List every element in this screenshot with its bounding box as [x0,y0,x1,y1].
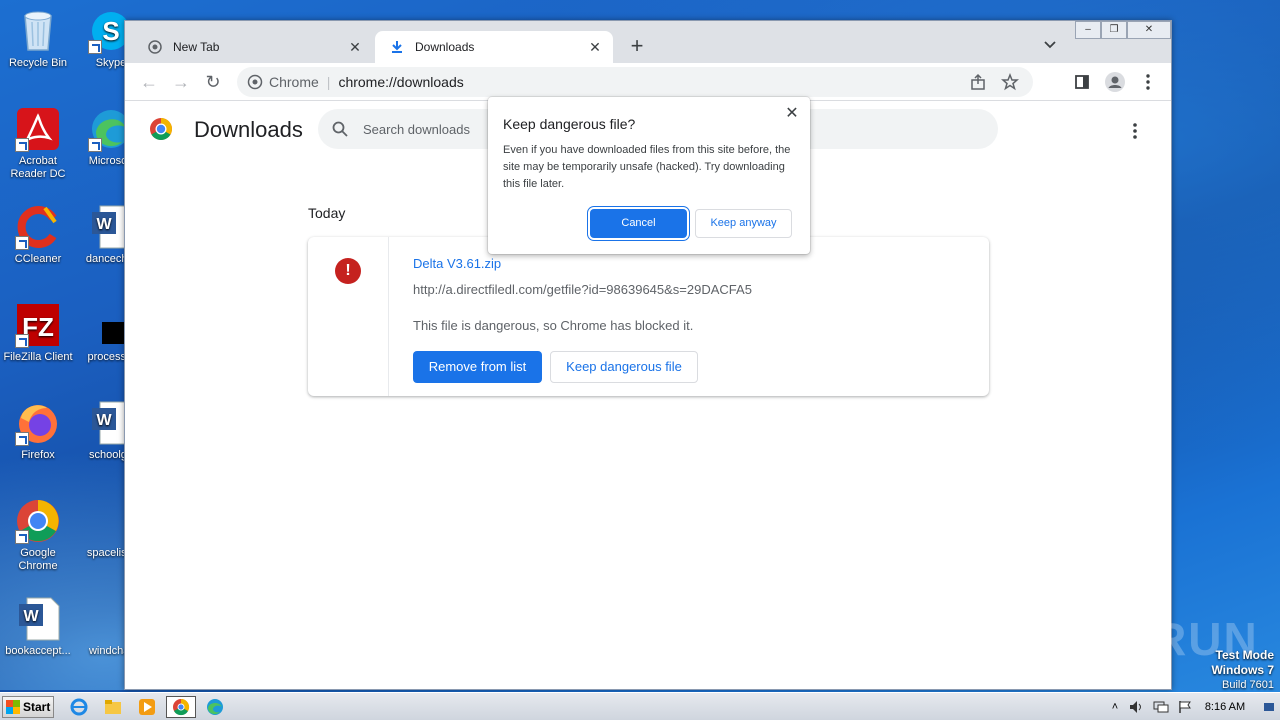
word-doc-icon: W [15,596,61,642]
desktop-icon-firefox[interactable]: Firefox [0,400,76,462]
clock[interactable]: 8:16 AM [1200,697,1250,717]
svg-text:W: W [23,608,39,625]
desktop-icon-filezilla[interactable]: FZ FileZilla Client [0,302,76,364]
desktop-icon-label: FileZilla Client [3,351,73,363]
download-status-text: This file is dangerous, so Chrome has bl… [413,318,694,333]
desktop-icon-label: Google Chrome [18,547,58,572]
desktop-icon-label: bookaccept... [5,645,71,657]
download-icon [389,39,405,55]
volume-icon[interactable] [1128,697,1146,717]
show-desktop-button[interactable] [1262,697,1276,717]
svg-text:W: W [96,216,112,233]
new-tab-button[interactable]: + [625,35,649,59]
toolbar: ← → ↻ Chrome | chrome://downloads [125,63,1171,101]
desktop-icon-google-chrome[interactable]: Google Chrome [0,498,76,573]
dialog-body-text: Even if you have downloaded files from t… [503,144,791,190]
star-icon[interactable] [1001,72,1019,91]
recycle-bin-icon [15,8,61,54]
network-icon[interactable] [1152,697,1170,717]
page-title: Downloads [194,117,303,142]
taskbar: Start ˄ 8:16 AM [0,692,1280,720]
close-icon[interactable]: ✕ [587,39,603,55]
tab-downloads[interactable]: Downloads ✕ [375,31,613,63]
keep-dangerous-file-dialog: Keep dangerous file? ✕ Even if you have … [488,97,810,254]
svg-text:S: S [102,16,119,46]
windows-flag-icon [6,700,20,714]
close-icon[interactable]: ✕ [347,39,363,55]
keep-anyway-button[interactable]: Keep anyway [695,209,792,238]
site-label: Chrome [269,74,319,90]
back-button[interactable]: ← [137,71,161,95]
desktop-icon-label: CCleaner [14,253,62,265]
search-icon [332,121,348,137]
address-bar[interactable]: Chrome | chrome://downloads [237,67,1033,97]
remove-from-list-button[interactable]: Remove from list [413,351,542,383]
side-panel-icon[interactable] [1071,71,1093,93]
edge-icon[interactable] [202,696,228,718]
chrome-window: New Tab ✕ Downloads ✕ + – ❐ ✕ ← → ↻ Chro… [124,20,1172,690]
more-actions-icon[interactable] [1125,121,1145,141]
test-mode-label: Test Mode [1215,648,1274,662]
start-button[interactable]: Start [2,696,54,718]
desktop-icon-bookaccept[interactable]: W bookaccept... [0,596,76,658]
action-center-flag-icon[interactable] [1176,697,1194,717]
download-item-card: ! Delta V3.61.zip http://a.directfiledl.… [308,237,989,396]
dialog-title: Keep dangerous file? [503,116,636,132]
share-icon[interactable] [969,73,987,91]
filezilla-icon: FZ [15,302,61,348]
forward-button[interactable]: → [169,71,193,95]
profile-avatar-icon[interactable] [1104,71,1126,93]
close-window-button[interactable]: ✕ [1127,21,1171,39]
minimize-button[interactable]: – [1075,21,1101,39]
desktop-icon-ccleaner[interactable]: CCleaner [0,204,76,266]
tab-strip: New Tab ✕ Downloads ✕ + – ❐ ✕ [125,21,1171,63]
tab-label: Downloads [415,40,475,54]
chrome-icon [15,498,61,544]
chrome-icon[interactable] [166,696,196,718]
chevron-down-icon[interactable] [1043,37,1063,57]
desktop-icon-recycle-bin[interactable]: Recycle Bin [0,8,76,70]
tray-expand-icon[interactable]: ˄ [1108,697,1122,717]
tab-label: New Tab [173,40,220,54]
desktop-icon-label: Acrobat Reader DC [10,155,66,180]
ie-icon[interactable] [66,696,92,718]
desktop-icon-label: Firefox [21,449,55,461]
download-filename-link[interactable]: Delta V3.61.zip [413,256,501,271]
danger-warning-icon: ! [335,258,361,284]
desktop-icon-label: Recycle Bin [8,57,68,69]
os-build-label: Build 7601 [1222,679,1274,691]
explorer-icon[interactable] [100,696,126,718]
separator: | [326,74,331,90]
close-icon[interactable]: ✕ [783,105,801,123]
download-item-icon-column: ! [308,237,389,396]
tab-new-tab[interactable]: New Tab ✕ [133,31,373,63]
reload-button[interactable]: ↻ [201,71,225,95]
os-name-label: Windows 7 [1211,663,1274,677]
os-test-mode-info: Test Mode Windows 7 Build 7601 [1211,648,1274,692]
date-section-heading: Today [308,205,346,221]
download-source-url[interactable]: http://a.directfiledl.com/getfile?id=986… [413,282,752,297]
url-text: chrome://downloads [338,74,464,90]
media-player-icon[interactable] [134,696,160,718]
restore-button[interactable]: ❐ [1101,21,1127,39]
more-menu-icon[interactable] [1137,71,1159,93]
chrome-icon [247,74,263,90]
desktop-icon-acrobat[interactable]: Acrobat Reader DC [0,106,76,181]
acrobat-icon [15,106,61,152]
firefox-icon [15,400,61,446]
ccleaner-icon [15,204,61,250]
svg-text:W: W [96,412,112,429]
start-label: Start [23,700,51,714]
chrome-icon [147,39,163,55]
cancel-button[interactable]: Cancel [590,209,687,238]
chrome-logo-icon [149,117,173,141]
keep-dangerous-file-button[interactable]: Keep dangerous file [550,351,698,383]
